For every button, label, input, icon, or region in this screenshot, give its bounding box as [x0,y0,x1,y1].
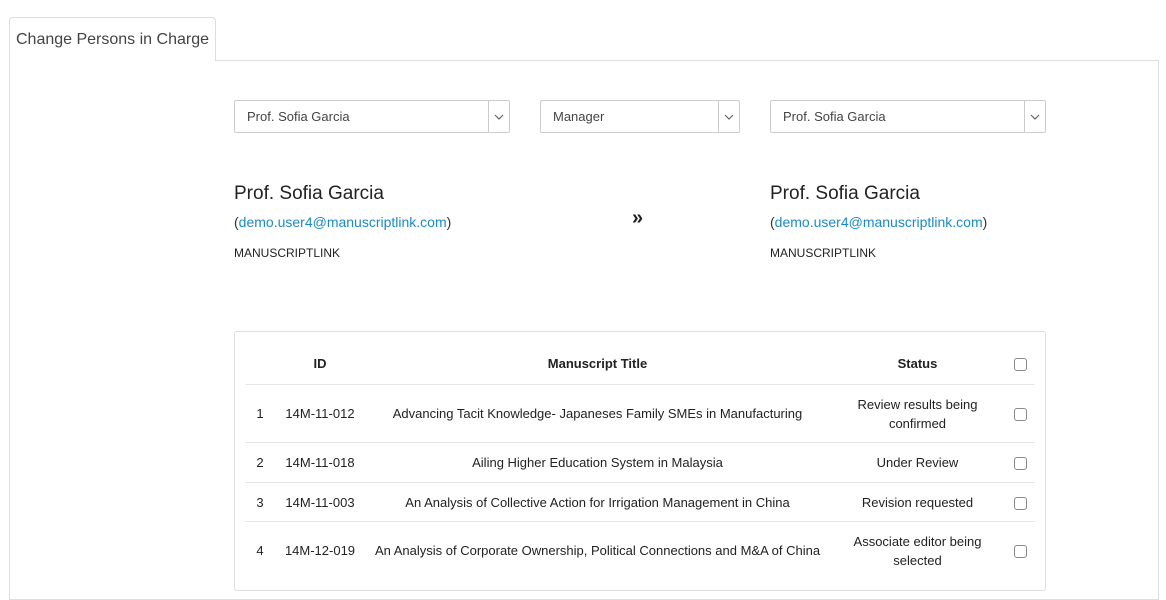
manuscript-table: ID Manuscript Title Status 1 14M-11-012 … [245,342,1035,580]
row-title: Ailing Higher Education System in Malays… [365,442,830,483]
table-row: 1 14M-11-012 Advancing Tacit Knowledge- … [245,384,1035,443]
header-title: Manuscript Title [547,355,648,371]
row-title: Advancing Tacit Knowledge- Japaneses Fam… [365,384,830,443]
row-checkbox[interactable] [1013,457,1027,471]
row-number: 3 [245,482,275,522]
from-email-link[interactable]: demo.user4@manuscriptlink.com [239,214,447,230]
from-person-org: MANUSCRIPTLINK [234,246,341,260]
row-id: 14M-11-018 [275,442,365,483]
table-row: 4 14M-12-019 An Analysis of Corporate Ow… [245,521,1035,580]
row-status: Revision requested [830,482,1005,522]
row-status: Review results being confirmed [830,384,1005,443]
to-person-email: (demo.user4@manuscriptlink.com) [770,214,988,230]
table-row: 2 14M-11-018 Ailing Higher Education Sys… [245,442,1035,483]
table-row: 3 14M-11-003 An Analysis of Collective A… [245,482,1035,522]
role-select-value: Manager [553,109,605,124]
double-chevron-right-icon: » [632,207,644,229]
row-status: Under Review [830,442,1005,483]
header-id: ID [313,355,327,371]
row-id: 14M-11-003 [275,482,365,522]
row-number: 2 [245,442,275,483]
row-id: 14M-11-012 [275,384,365,443]
row-id: 14M-12-019 [275,521,365,580]
row-checkbox[interactable] [1013,545,1027,559]
chevron-down-icon [1024,101,1045,132]
to-person-org: MANUSCRIPTLINK [770,246,877,260]
to-person-select[interactable]: Prof. Sofia Garcia [770,100,1046,133]
tab-change-persons-in-charge[interactable]: Change Persons in Charge [9,17,216,61]
row-select [1005,442,1035,483]
from-person-select-value: Prof. Sofia Garcia [247,109,350,124]
to-person-select-value: Prof. Sofia Garcia [783,109,886,124]
manuscript-table-box: ID Manuscript Title Status 1 14M-11-012 … [234,331,1046,591]
row-checkbox[interactable] [1013,408,1027,422]
row-number: 1 [245,384,275,443]
from-person-email: (demo.user4@manuscriptlink.com) [234,214,452,230]
from-person-name: Prof. Sofia Garcia [234,183,384,204]
row-status: Associate editor being selected [830,521,1005,580]
row-select [1005,521,1035,580]
to-email-link[interactable]: demo.user4@manuscriptlink.com [775,214,983,230]
row-title: An Analysis of Corporate Ownership, Poli… [365,521,830,580]
from-person-select[interactable]: Prof. Sofia Garcia [234,100,510,133]
row-title: An Analysis of Collective Action for Irr… [365,482,830,522]
header-select-all [1005,342,1035,385]
role-select[interactable]: Manager [540,100,740,133]
row-select [1005,482,1035,522]
row-select [1005,384,1035,443]
row-number: 4 [245,521,275,580]
header-status: Status [897,355,938,371]
to-person-name: Prof. Sofia Garcia [770,183,920,204]
chevron-down-icon [718,101,739,132]
header-num [245,342,275,385]
table-header-row: ID Manuscript Title Status [245,342,1035,385]
chevron-down-icon [488,101,509,132]
select-all-checkbox[interactable] [1013,357,1027,371]
row-checkbox[interactable] [1013,496,1027,510]
